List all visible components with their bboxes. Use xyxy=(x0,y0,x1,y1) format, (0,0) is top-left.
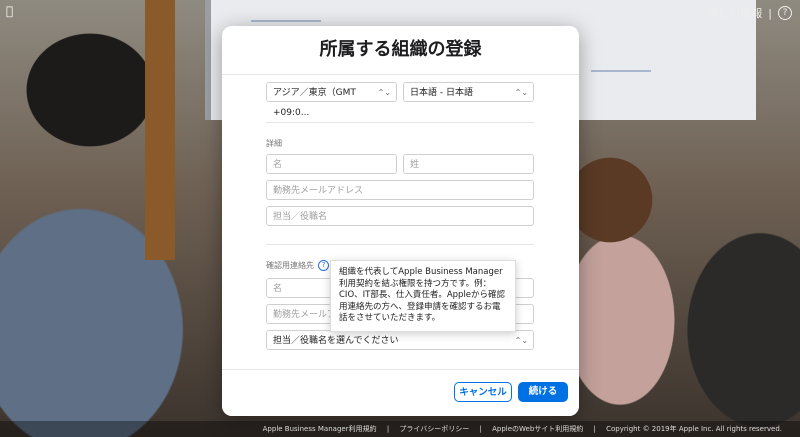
separator: | xyxy=(593,425,596,433)
language-value: 日本語 - 日本語 xyxy=(410,88,473,98)
language-select[interactable]: 日本語 - 日本語 ⌃⌄ xyxy=(403,82,534,102)
copyright-text: Copyright © 2019年 Apple Inc. All rights … xyxy=(606,425,782,433)
wooden-door xyxy=(145,0,175,260)
terms-link[interactable]: Apple Business Manager利用規約 xyxy=(263,425,377,433)
separator: | xyxy=(479,425,482,433)
separator: | xyxy=(386,425,390,433)
apple-icon[interactable]:  xyxy=(6,4,13,18)
details-label: 詳細 xyxy=(266,139,282,148)
role-select-value: 担当／役職名を選んでください xyxy=(273,336,399,346)
verification-contact-tooltip: 組織を代表してApple Business Manager利用契約を結ぶ権限を持… xyxy=(330,260,516,332)
timezone-select[interactable]: アジア／東京（GMT +09:0... ⌃⌄ xyxy=(266,82,397,118)
verification-label-text: 確認用連絡先 xyxy=(266,261,314,270)
last-name-field[interactable]: 姓 xyxy=(403,154,534,174)
role-field[interactable]: 担当／役職名 xyxy=(266,206,534,226)
more-info-link[interactable]: 詳しい情報 xyxy=(707,5,762,21)
chevron-updown-icon: ⌃⌄ xyxy=(514,336,528,345)
continue-button[interactable]: 続ける xyxy=(518,382,568,402)
chevron-updown-icon: ⌃⌄ xyxy=(514,88,528,97)
dialog-title: 所属する組織の登録 xyxy=(222,26,579,75)
info-icon[interactable]: ? xyxy=(318,260,329,271)
divider xyxy=(266,122,534,123)
chevron-updown-icon: ⌃⌄ xyxy=(377,88,391,97)
verification-contact-label: 確認用連絡先? xyxy=(266,260,329,271)
website-terms-link[interactable]: AppleのWebサイト利用規約 xyxy=(492,425,583,433)
dialog-footer: キャンセル 続ける xyxy=(222,369,579,416)
work-email-field[interactable]: 勤務先メールアドレス xyxy=(266,180,534,200)
cancel-button[interactable]: キャンセル xyxy=(454,382,512,402)
form-content: アジア／東京（GMT +09:0... ⌃⌄ 日本語 - 日本語 ⌃⌄ 詳細 名… xyxy=(222,74,579,370)
register-organization-dialog: 所属する組織の登録 アジア／東京（GMT +09:0... ⌃⌄ 日本語 - 日… xyxy=(222,26,579,416)
help-icon[interactable]: ? xyxy=(778,6,792,20)
separator: | xyxy=(768,6,772,20)
page-footer: Apple Business Manager利用規約 | プライバシーポリシー … xyxy=(0,421,800,437)
top-right-links: 詳しい情報 | ? xyxy=(707,5,792,21)
first-name-field[interactable]: 名 xyxy=(266,154,397,174)
timezone-value: アジア／東京（GMT +09:0... xyxy=(273,88,356,118)
divider xyxy=(266,244,534,245)
privacy-link[interactable]: プライバシーポリシー xyxy=(399,425,469,433)
contact-role-select[interactable]: 担当／役職名を選んでください ⌃⌄ xyxy=(266,330,534,350)
